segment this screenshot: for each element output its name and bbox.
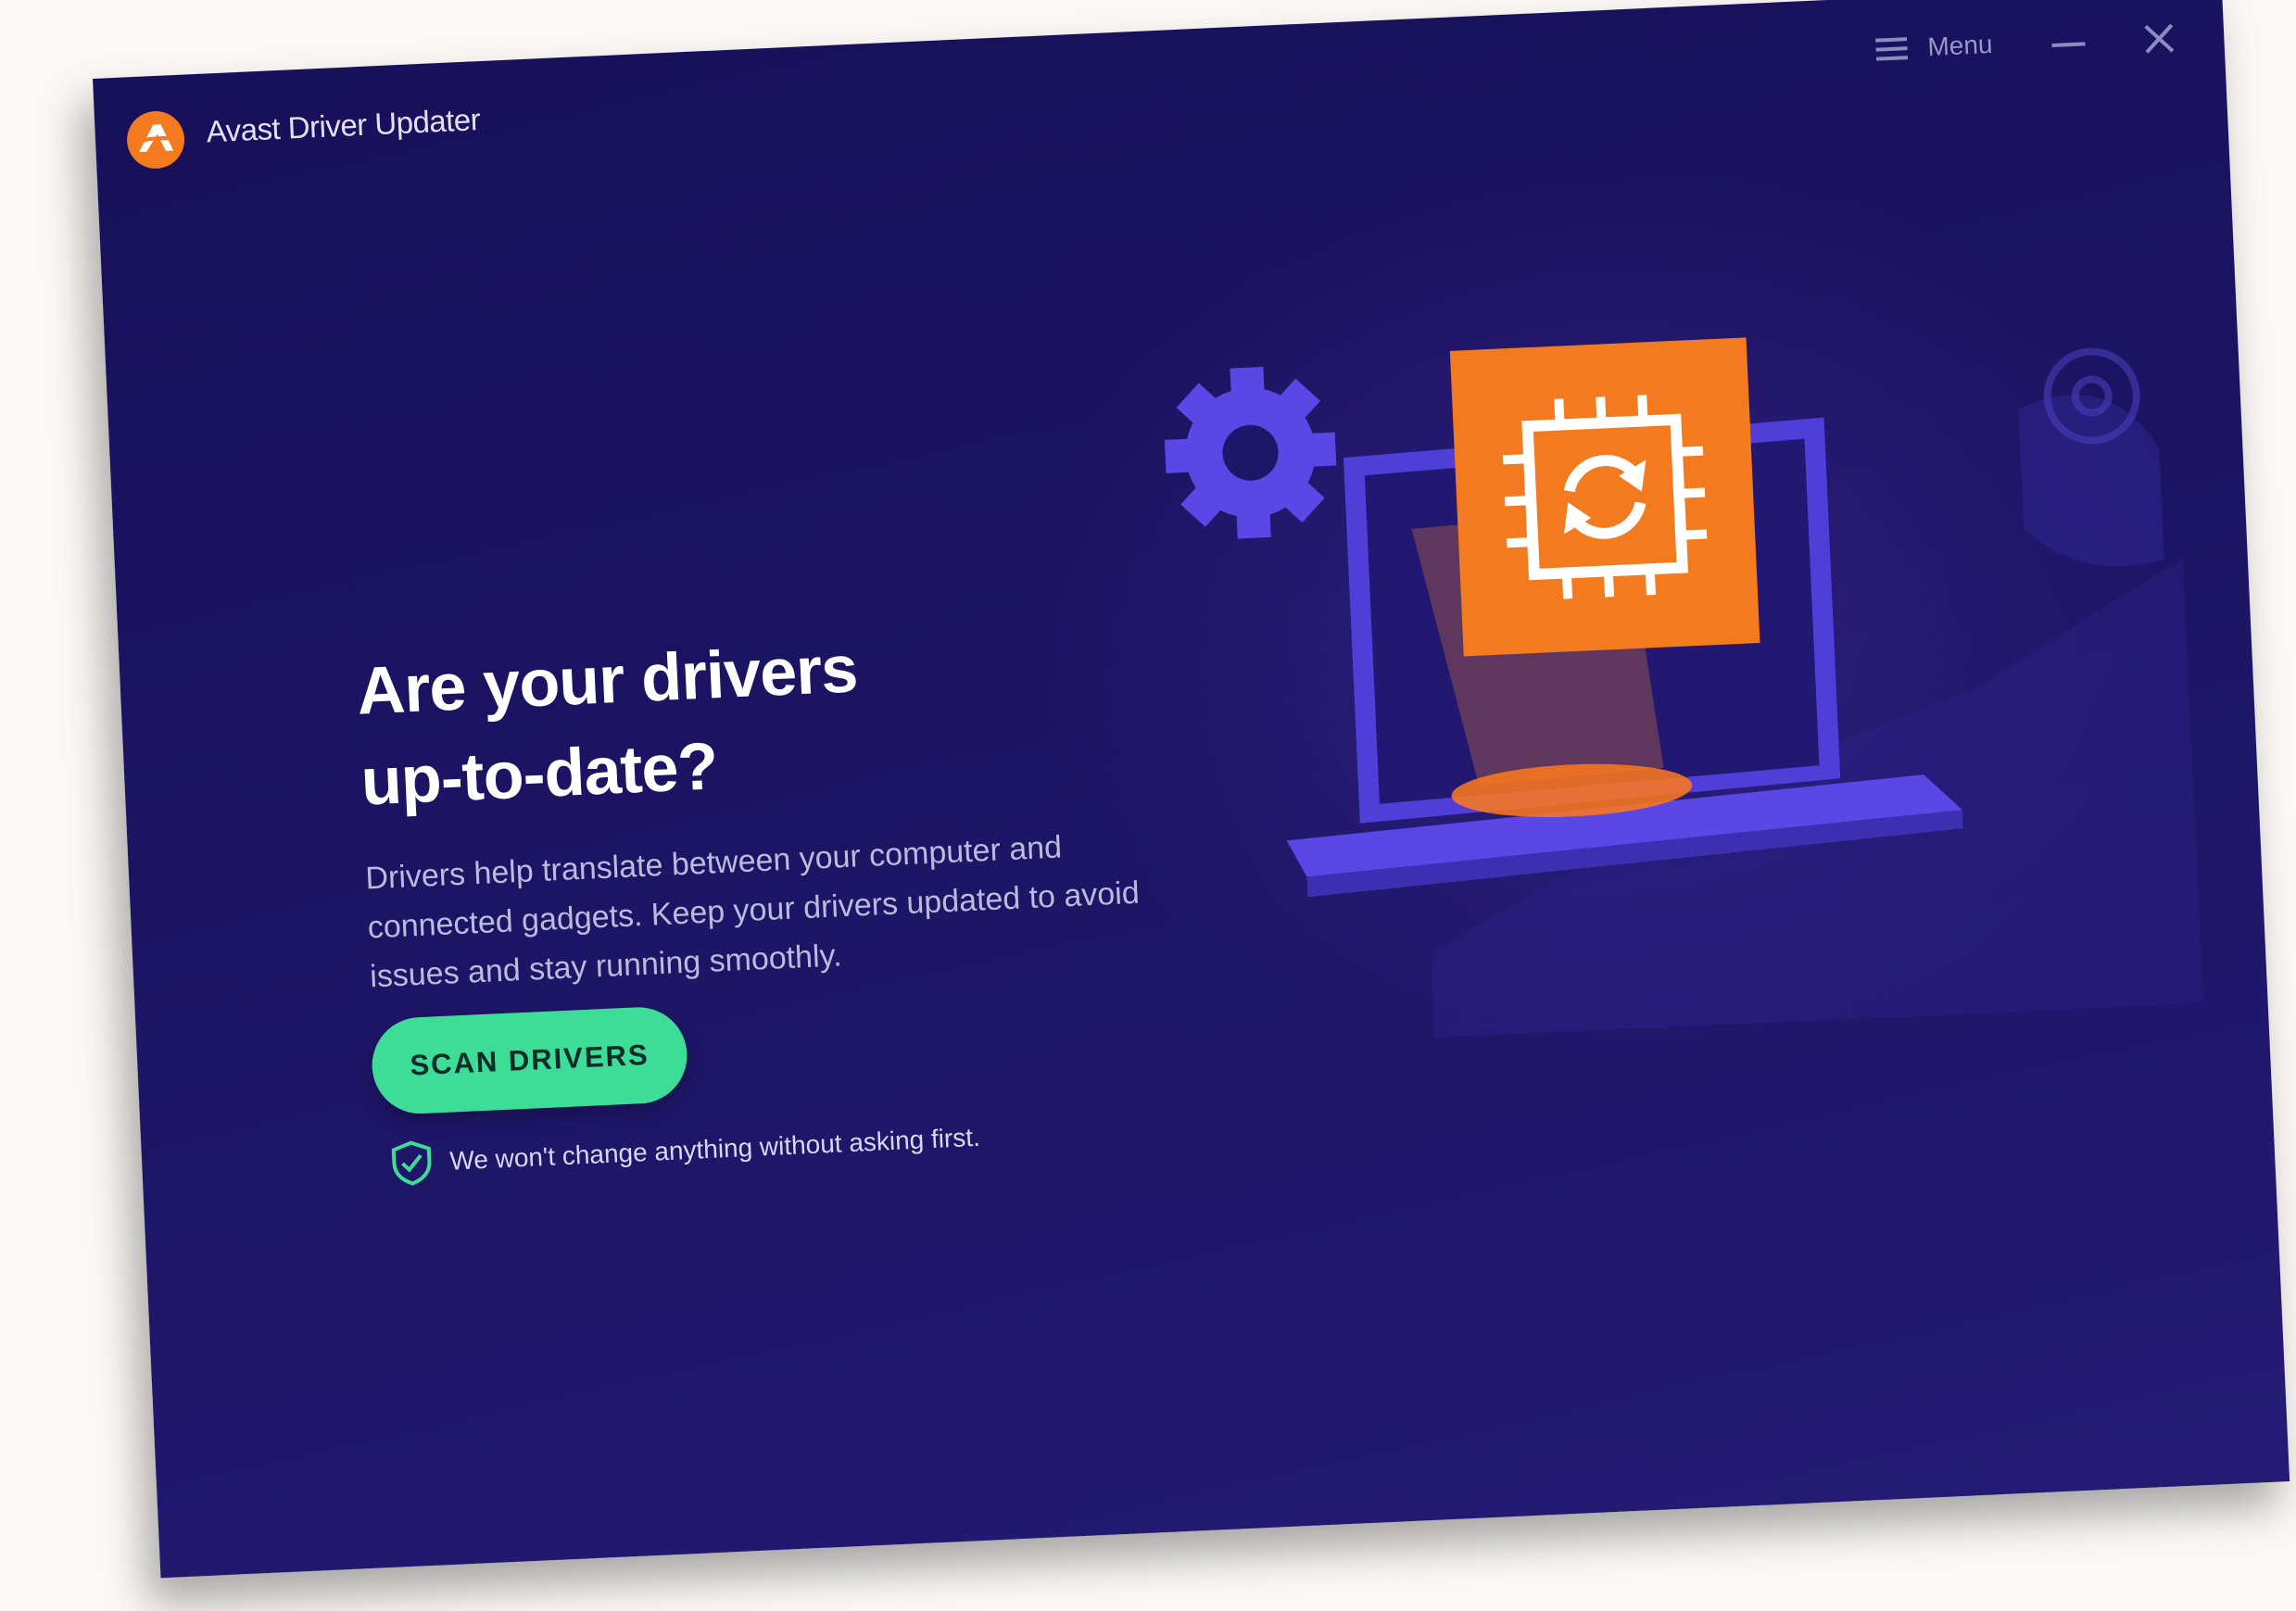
- avast-logo-icon: [127, 111, 185, 169]
- close-icon[interactable]: [2138, 18, 2180, 60]
- assurance-text: We won't change anything without asking …: [448, 1122, 981, 1176]
- minimize-icon[interactable]: [2051, 42, 2086, 48]
- headline: Are your drivers up-to-date?: [355, 623, 864, 827]
- headline-line-1: Are your drivers: [355, 632, 859, 729]
- headline-line-2: up-to-date?: [359, 729, 720, 820]
- laptop-illustration: [1164, 337, 2203, 1038]
- scan-drivers-button[interactable]: SCAN DRIVERS: [370, 1005, 689, 1116]
- menu-icon: [1874, 37, 1909, 61]
- menu-label: Menu: [1926, 29, 1994, 62]
- gear-icon: [1164, 367, 1337, 539]
- menu-button[interactable]: Menu: [1874, 29, 1994, 65]
- shield-check-icon: [391, 1140, 432, 1186]
- assurance-note: We won't change anything without asking …: [389, 1114, 981, 1188]
- app-window: Avast Driver Updater Menu Are your drive…: [93, 0, 2290, 1579]
- app-title: Avast Driver Updater: [205, 102, 481, 149]
- description: Drivers help translate between your comp…: [364, 829, 1141, 995]
